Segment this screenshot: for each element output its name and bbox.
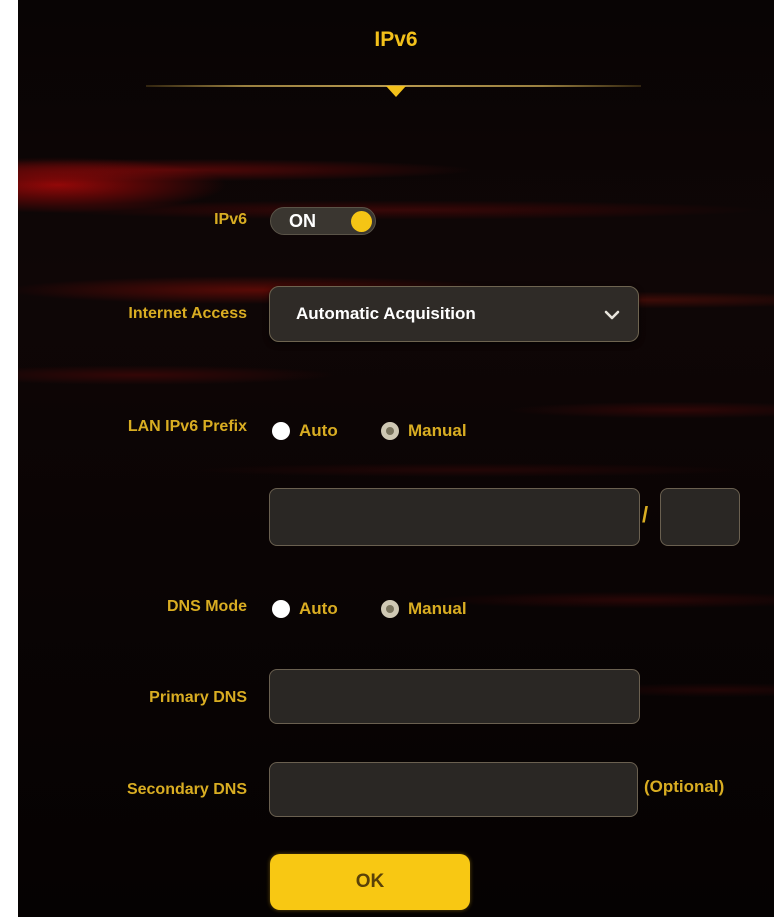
toggle-knob xyxy=(351,211,372,232)
ipv6-label: IPv6 xyxy=(214,211,247,228)
prefix-length-input[interactable] xyxy=(660,488,740,546)
dns-mode-radio-group: Auto Manual xyxy=(272,597,512,621)
chevron-down-icon xyxy=(604,310,620,320)
lan-prefix-manual-radio[interactable]: Manual xyxy=(381,419,501,443)
radio-selected-icon xyxy=(381,600,399,618)
dns-mode-manual-radio[interactable]: Manual xyxy=(381,597,501,621)
dns-mode-auto-radio[interactable]: Auto xyxy=(272,597,362,621)
internet-access-select[interactable]: Automatic Acquisition xyxy=(269,286,639,342)
secondary-dns-input[interactable] xyxy=(269,762,638,817)
lan-prefix-auto-label: Auto xyxy=(299,421,338,440)
optional-hint: (Optional) xyxy=(644,777,725,796)
lan-ipv6-prefix-label: LAN IPv6 Prefix xyxy=(127,418,247,435)
lan-prefix-manual-label: Manual xyxy=(408,421,467,440)
prefix-separator: / xyxy=(642,502,649,527)
primary-dns-input[interactable] xyxy=(269,669,640,724)
radio-unselected-icon xyxy=(272,422,290,440)
ipv6-toggle[interactable]: ON xyxy=(270,207,376,235)
internet-access-label: Internet Access xyxy=(128,305,247,322)
ipv6-toggle-state: ON xyxy=(289,211,316,231)
title-caret-icon xyxy=(386,86,406,97)
lan-prefix-auto-radio[interactable]: Auto xyxy=(272,419,362,443)
internet-access-value: Automatic Acquisition xyxy=(296,304,476,323)
primary-dns-label: Primary DNS xyxy=(149,689,247,706)
ipv6-settings-panel: IPv6 IPv6 ON Internet Access Automatic A… xyxy=(18,0,774,917)
radio-unselected-icon xyxy=(272,600,290,618)
radio-selected-icon xyxy=(381,422,399,440)
dns-mode-auto-label: Auto xyxy=(299,599,338,618)
lan-prefix-radio-group: Auto Manual xyxy=(272,419,512,443)
ok-button[interactable]: OK xyxy=(270,854,470,910)
dns-mode-manual-label: Manual xyxy=(408,599,467,618)
lan-prefix-input[interactable] xyxy=(269,488,640,546)
dns-mode-label: DNS Mode xyxy=(167,598,247,615)
secondary-dns-label: Secondary DNS xyxy=(126,781,247,798)
page-title: IPv6 xyxy=(374,28,418,51)
